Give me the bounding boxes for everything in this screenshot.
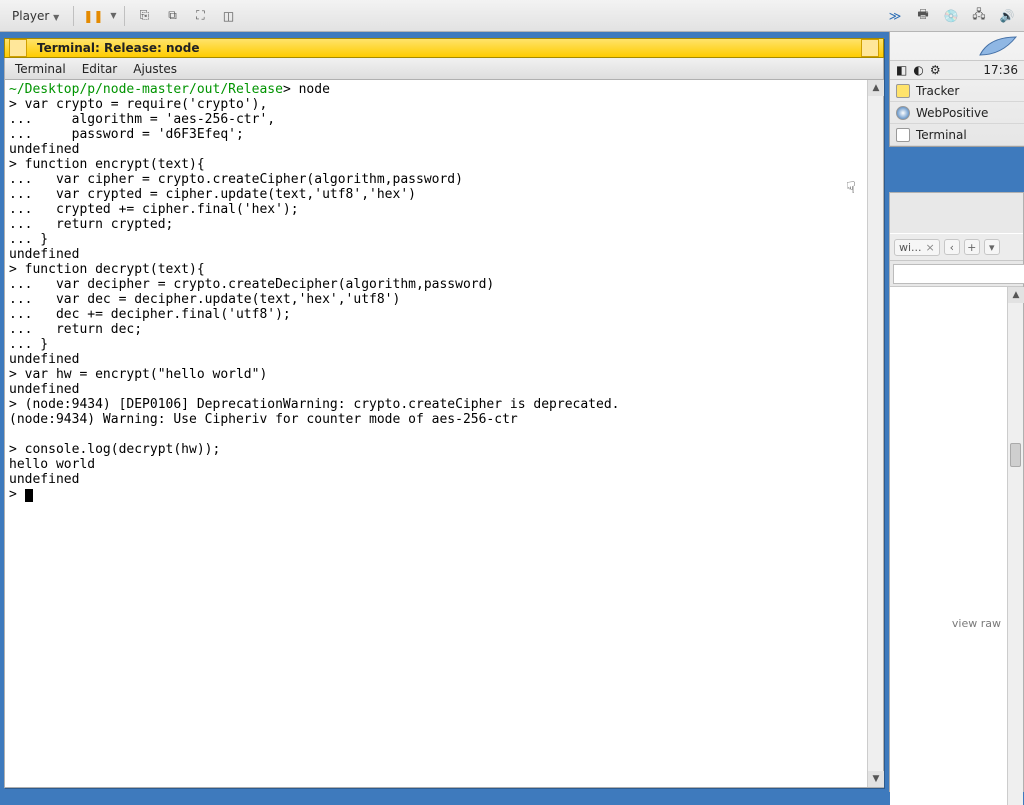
- term-line: ... var crypted = cipher.update(text,'ut…: [9, 187, 416, 202]
- app-icon: [896, 84, 910, 98]
- window-title: Terminal: Release: node: [37, 41, 200, 55]
- sound-icon[interactable]: 🔊: [996, 5, 1018, 27]
- menu-ajustes[interactable]: Ajustes: [133, 62, 177, 76]
- term-line: ... crypted += cipher.final('hex');: [9, 202, 299, 217]
- tab-menu-button[interactable]: ▾: [984, 239, 1000, 255]
- address-bar: ↵: [890, 261, 1023, 287]
- network-icon[interactable]: 🖧: [968, 5, 990, 27]
- term-line: ... return dec;: [9, 322, 142, 337]
- plus-icon: +: [967, 241, 976, 254]
- app-label: Tracker: [916, 84, 959, 98]
- disc-icon[interactable]: 💿: [940, 5, 962, 27]
- tray-icon[interactable]: ◧: [896, 63, 907, 77]
- scrollbar-vertical[interactable]: ▲ ▼: [1007, 287, 1023, 805]
- deskbar-app-webpositive[interactable]: WebPositive: [890, 102, 1024, 124]
- term-line: undefined: [9, 382, 79, 397]
- view-raw-link[interactable]: view raw: [952, 617, 1001, 630]
- term-line: ... password = 'd6F3Efeq';: [9, 127, 244, 142]
- term-line: > function decrypt(text){: [9, 262, 205, 277]
- background-window[interactable]: wi... × ‹ + ▾ ↵ view raw ▲ ▼: [889, 192, 1024, 792]
- prompt-path: ~/Desktop/p/node-master/out/Release: [9, 82, 283, 97]
- app-label: WebPositive: [916, 106, 988, 120]
- window-tab-icon[interactable]: [861, 39, 879, 57]
- tab-prev-button[interactable]: ‹: [944, 239, 960, 255]
- deskbar-tray: ◧ ◐ ⚙ 17:36: [890, 60, 1024, 80]
- toolbar-separator: [73, 6, 74, 26]
- deskbar-leaf[interactable]: [890, 32, 1024, 60]
- term-line: hello world: [9, 457, 95, 472]
- prompt-cmd: > node: [283, 82, 330, 97]
- term-line: > console.log(decrypt(hw));: [9, 442, 220, 457]
- close-button[interactable]: [9, 39, 27, 57]
- term-line: undefined: [9, 247, 79, 262]
- term-line: undefined: [9, 142, 79, 157]
- scrollbar-vertical[interactable]: ▲ ▼: [867, 80, 883, 787]
- term-line: ... }: [9, 337, 48, 352]
- terminal-window[interactable]: Terminal: Release: node Terminal Editar …: [4, 38, 884, 788]
- term-line: > var hw = encrypt("hello world"): [9, 367, 267, 382]
- scroll-down-icon[interactable]: ▼: [868, 771, 884, 787]
- scroll-up-icon[interactable]: ▲: [868, 80, 884, 96]
- toolbar-separator: [124, 6, 125, 26]
- tray-icon[interactable]: ◐: [913, 63, 923, 77]
- tab[interactable]: wi... ×: [894, 239, 940, 256]
- term-line: ... }: [9, 232, 48, 247]
- tab-new-button[interactable]: +: [964, 239, 980, 255]
- term-line: undefined: [9, 352, 79, 367]
- deskbar: ◧ ◐ ⚙ 17:36 Tracker WebPositive Terminal: [889, 32, 1024, 147]
- clock[interactable]: 17:36: [983, 63, 1018, 77]
- term-line: > (node:9434) [DEP0106] DeprecationWarni…: [9, 397, 619, 412]
- send-keys-icon[interactable]: ⎘: [133, 5, 155, 27]
- menu-bar: Terminal Editar Ajustes: [4, 58, 884, 80]
- snapshot-icon[interactable]: ⧉: [161, 5, 183, 27]
- term-line: undefined: [9, 472, 79, 487]
- scroll-up-icon[interactable]: ▲: [1008, 287, 1024, 303]
- cursor-block: [25, 489, 33, 502]
- menu-terminal[interactable]: Terminal: [15, 62, 66, 76]
- tray-icon[interactable]: ⚙: [930, 63, 941, 77]
- titlebar[interactable]: Terminal: Release: node: [4, 38, 884, 58]
- chevron-down-icon: ▼: [53, 13, 59, 22]
- term-line: > var crypto = require('crypto'),: [9, 97, 267, 112]
- menu-editar[interactable]: Editar: [82, 62, 118, 76]
- leaf-icon: [978, 35, 1018, 57]
- page-content[interactable]: view raw ▲ ▼: [890, 287, 1023, 805]
- term-line: >: [9, 487, 25, 502]
- tab-label: wi...: [899, 241, 922, 254]
- chevron-down-icon[interactable]: ▼: [110, 11, 116, 20]
- guest-desktop[interactable]: ◧ ◐ ⚙ 17:36 Tracker WebPositive Terminal…: [0, 32, 1024, 805]
- term-line: ... var dec = decipher.update(text,'hex'…: [9, 292, 400, 307]
- app-icon: [896, 106, 910, 120]
- terminal-body: ~/Desktop/p/node-master/out/Release> nod…: [4, 80, 884, 788]
- scroll-thumb[interactable]: [1010, 443, 1021, 467]
- unity-icon[interactable]: ◫: [217, 5, 239, 27]
- fullscreen-icon[interactable]: ⛶: [189, 5, 211, 27]
- app-label: Terminal: [916, 128, 967, 142]
- tab-strip: wi... × ‹ + ▾: [890, 233, 1023, 261]
- term-line: (node:9434) Warning: Use Cipheriv for co…: [9, 412, 518, 427]
- vm-player-toolbar: Player ▼ ❚❚ ▼ ⎘ ⧉ ⛶ ◫ ≫ 🖶 💿 🖧 🔊: [0, 0, 1024, 32]
- term-line: ... algorithm = 'aes-256-ctr',: [9, 112, 275, 127]
- printer-icon[interactable]: 🖶: [912, 5, 934, 27]
- term-line: ... dec += decipher.final('utf8');: [9, 307, 291, 322]
- player-menu-label: Player: [12, 9, 49, 23]
- deskbar-app-terminal[interactable]: Terminal: [890, 124, 1024, 146]
- close-icon[interactable]: ×: [926, 241, 935, 254]
- toolbar-collapse-icon[interactable]: ≫: [884, 5, 906, 27]
- deskbar-app-tracker[interactable]: Tracker: [890, 80, 1024, 102]
- pause-button[interactable]: ❚❚: [82, 5, 104, 27]
- term-line: ... return crypted;: [9, 217, 173, 232]
- terminal-output[interactable]: ~/Desktop/p/node-master/out/Release> nod…: [5, 80, 867, 787]
- term-line: > function encrypt(text){: [9, 157, 205, 172]
- player-menu[interactable]: Player ▼: [6, 7, 65, 25]
- term-line: ... var cipher = crypto.createCipher(alg…: [9, 172, 463, 187]
- app-icon: [896, 128, 910, 142]
- term-line: ... var decipher = crypto.createDecipher…: [9, 277, 494, 292]
- address-input[interactable]: [893, 264, 1024, 284]
